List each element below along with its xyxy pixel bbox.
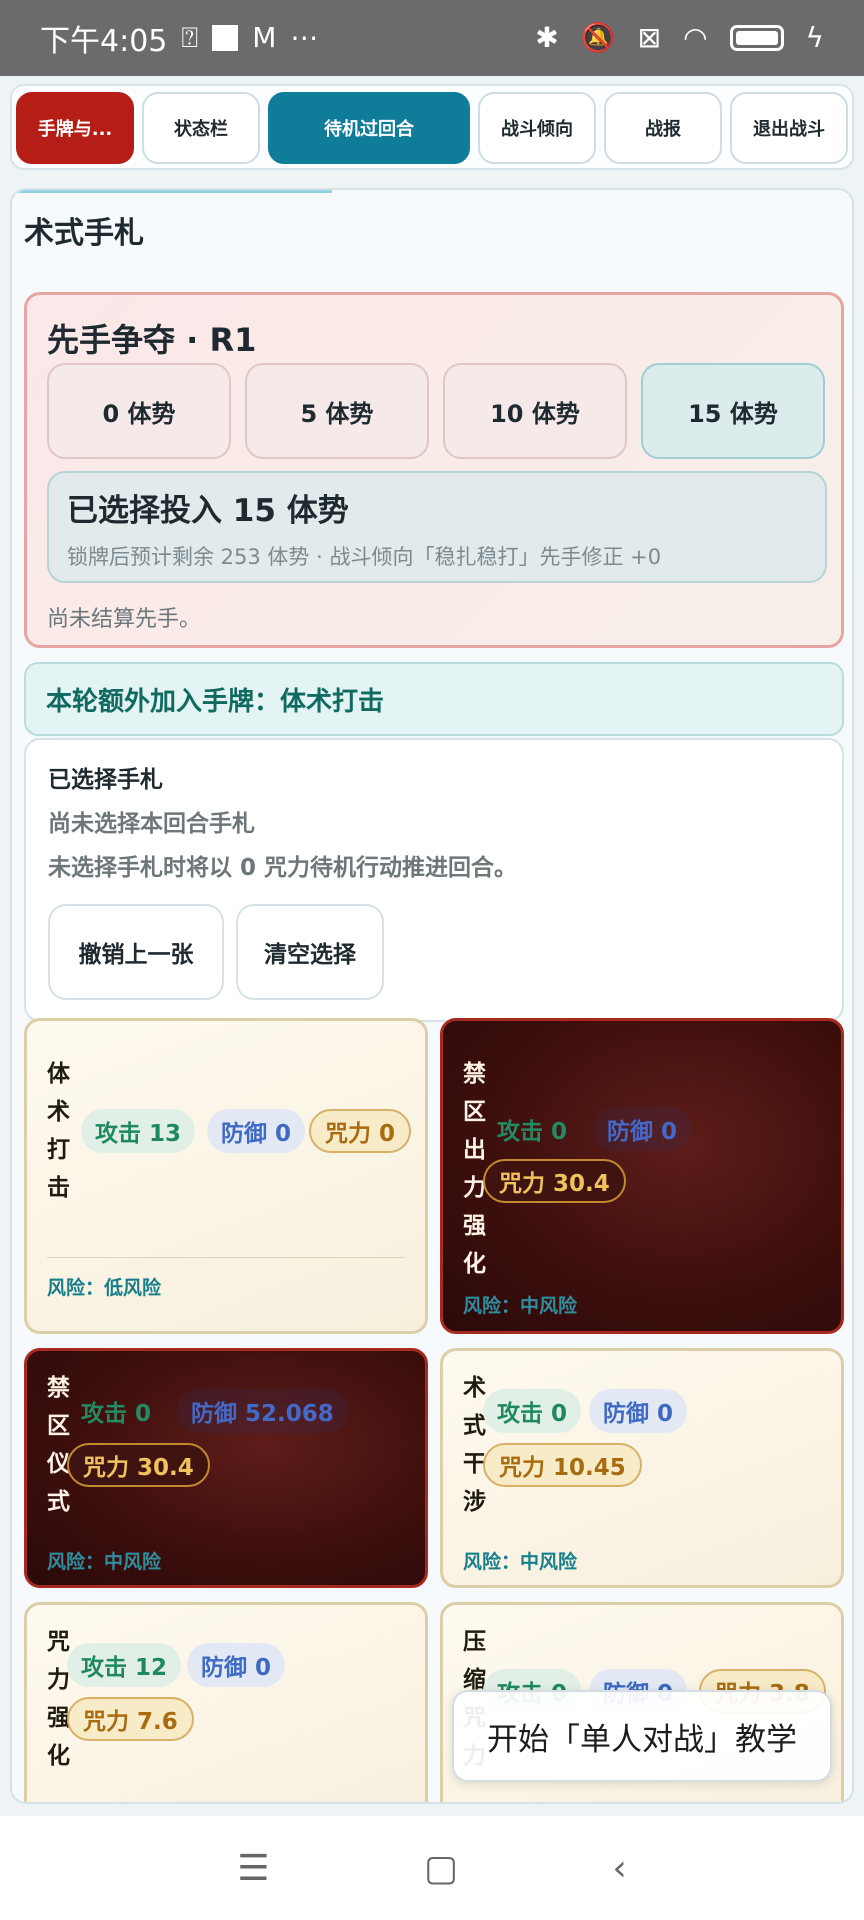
- card-name: 禁区仪式: [47, 1375, 70, 1515]
- tab-battle-tendency[interactable]: 战斗倾向: [478, 92, 596, 164]
- card-forbidden-ritual[interactable]: 禁区仪式 攻击 0 防御 52.068 咒力 30.4 风险：中风险: [24, 1348, 428, 1588]
- initiative-option-15[interactable]: 15 体势: [641, 363, 825, 459]
- card-forbidden-output-boost[interactable]: 禁区出力强化 攻击 0 防御 0 咒力 30.4 风险：中风险: [440, 1018, 844, 1334]
- card-defense: 防御 0: [207, 1109, 306, 1153]
- card-risk: 风险：中风险: [463, 1551, 578, 1573]
- more-notifications-icon: ⋯: [290, 21, 319, 54]
- card-defense: 防御 0: [593, 1107, 692, 1151]
- tab-hand[interactable]: 手牌与...: [16, 92, 134, 164]
- card-defense: 防御 52.068: [177, 1389, 348, 1433]
- card-name: 体术打击: [47, 1061, 70, 1201]
- card-risk: 风险：低风险: [47, 1277, 162, 1299]
- initiative-title: 先手争夺 · R1: [47, 321, 257, 359]
- card-risk: 风险：中风险: [463, 1295, 578, 1317]
- card-defense: 防御 0: [589, 1389, 688, 1433]
- extra-hand-notice: 本轮额外加入手牌：体术打击: [24, 662, 844, 736]
- selected-hand-hint: 未选择手札时将以 0 咒力待机行动推进回合。: [48, 855, 518, 881]
- top-tab-bar: 手牌与... 状态栏 待机过回合 战斗倾向 战报 退出战斗: [10, 84, 854, 170]
- initiative-chosen-summary: 已选择投入 15 体势 锁牌后预计剩余 253 体势 · 战斗倾向「稳扎稳打」先…: [47, 471, 827, 583]
- card-mana-boost[interactable]: 咒力强化 攻击 12 防御 0 咒力 7.6: [24, 1602, 428, 1802]
- undo-last-button[interactable]: 撤销上一张: [48, 904, 224, 1000]
- card-mana: 咒力 30.4: [483, 1159, 626, 1203]
- hand-panel: 术式手札 先手争夺 · R1 0 体势 5 体势 10 体势 15 体势 已选择…: [10, 188, 854, 1804]
- sim-icon: ⍰: [181, 21, 199, 54]
- panel-accent-line: [12, 190, 332, 193]
- card-attack: 攻击 0: [497, 1119, 568, 1145]
- card-attack: 攻击 13: [81, 1109, 196, 1153]
- chosen-remaining-note: 锁牌后预计剩余 253 体势 · 战斗倾向「稳扎稳打」先手修正 +0: [67, 545, 662, 569]
- card-name: 咒力强化: [47, 1629, 70, 1769]
- initiative-option-0[interactable]: 0 体势: [47, 363, 231, 459]
- card-mana: 咒力 0: [309, 1109, 412, 1153]
- home-icon[interactable]: ▢: [424, 1848, 458, 1889]
- system-nav-bar: ☰ ▢ ‹: [0, 1816, 864, 1920]
- menu-icon[interactable]: ☰: [237, 1848, 269, 1889]
- panel-title: 术式手札: [24, 216, 144, 251]
- charging-icon: ϟ: [805, 21, 824, 54]
- bluetooth-icon: ✱: [535, 21, 559, 54]
- card-risk: 风险：中风险: [47, 1551, 162, 1573]
- initiative-option-5[interactable]: 5 体势: [245, 363, 429, 459]
- card-technique-interference[interactable]: 术式干涉 攻击 0 防御 0 咒力 10.45 风险：中风险: [440, 1348, 844, 1588]
- clock: 下午4:05: [40, 24, 168, 59]
- chosen-investment: 已选择投入 15 体势: [67, 493, 349, 529]
- back-icon[interactable]: ‹: [612, 1848, 626, 1889]
- initiative-status: 尚未结算先手。: [47, 607, 202, 632]
- card-taijutsu-strike[interactable]: 体术打击 攻击 13 防御 0 咒力 0 风险：低风险: [24, 1018, 428, 1334]
- initiative-option-10[interactable]: 10 体势: [443, 363, 627, 459]
- card-defense: 防御 0: [187, 1643, 286, 1687]
- tab-battle-report[interactable]: 战报: [604, 92, 722, 164]
- selected-hand-heading: 已选择手札: [48, 767, 163, 793]
- initiative-box: 先手争夺 · R1 0 体势 5 体势 10 体势 15 体势 已选择投入 15…: [24, 292, 844, 648]
- card-name: 术式干涉: [463, 1375, 486, 1515]
- wifi-icon: ◠: [683, 21, 708, 54]
- selected-hand-box: 已选择手札 尚未选择本回合手札 未选择手札时将以 0 咒力待机行动推进回合。 撤…: [24, 738, 844, 1022]
- clear-selection-button[interactable]: 清空选择: [236, 904, 384, 1000]
- battery-icon: [729, 25, 784, 51]
- card-mana: 咒力 30.4: [67, 1443, 210, 1487]
- card-attack: 攻击 0: [483, 1389, 582, 1433]
- start-tutorial-button[interactable]: 开始「单人对战」教学: [452, 1690, 832, 1782]
- tab-exit-battle[interactable]: 退出战斗: [730, 92, 848, 164]
- m-app-icon: M: [252, 21, 277, 54]
- status-bar: 下午4:05 ⍰ M ⋯ ✱ 🔕 ⊠ ◠ ϟ: [0, 0, 864, 76]
- selected-hand-empty: 尚未选择本回合手札: [48, 811, 255, 837]
- tab-status[interactable]: 状态栏: [142, 92, 260, 164]
- card-mana: 咒力 7.6: [67, 1697, 194, 1741]
- tab-standby-pass-turn[interactable]: 待机过回合: [268, 92, 470, 164]
- no-sim-icon: ⊠: [637, 21, 662, 54]
- card-divider: [47, 1257, 405, 1258]
- card-mana: 咒力 10.45: [483, 1443, 642, 1487]
- card-attack: 攻击 0: [81, 1401, 152, 1427]
- mute-icon: 🔕: [580, 21, 616, 54]
- notification-square-icon: [212, 25, 239, 51]
- card-attack: 攻击 12: [67, 1643, 182, 1687]
